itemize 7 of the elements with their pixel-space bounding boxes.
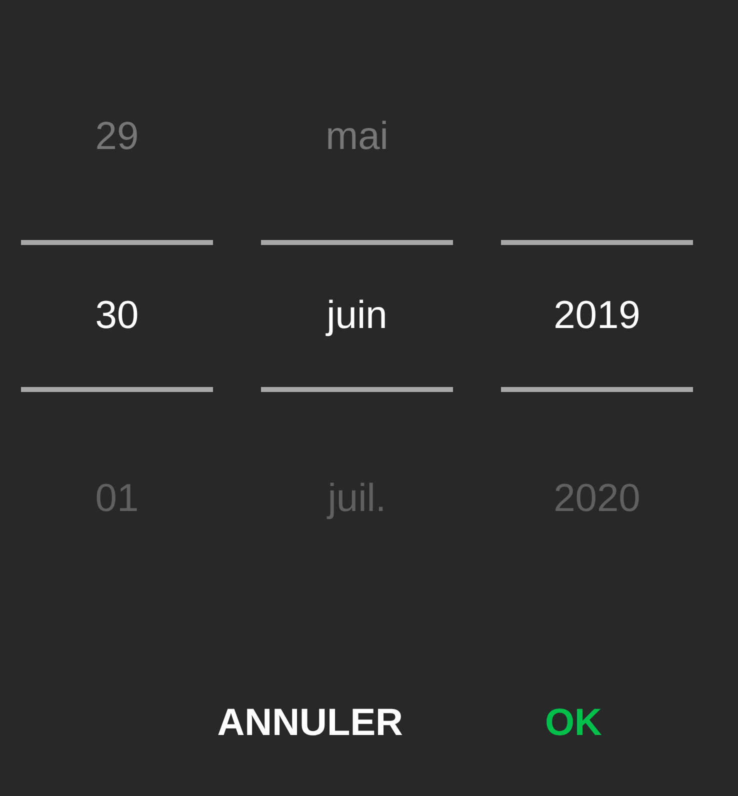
picker-value[interactable]: 2019 xyxy=(554,294,640,338)
picker-value[interactable]: 30 xyxy=(95,294,139,338)
picker-value[interactable]: mai xyxy=(326,115,388,159)
picker-value[interactable]: 29 xyxy=(95,115,139,159)
picker-value[interactable]: juin xyxy=(326,294,388,338)
ok-button[interactable]: OK xyxy=(529,694,618,753)
cancel-button[interactable]: ANNULER xyxy=(201,694,419,753)
